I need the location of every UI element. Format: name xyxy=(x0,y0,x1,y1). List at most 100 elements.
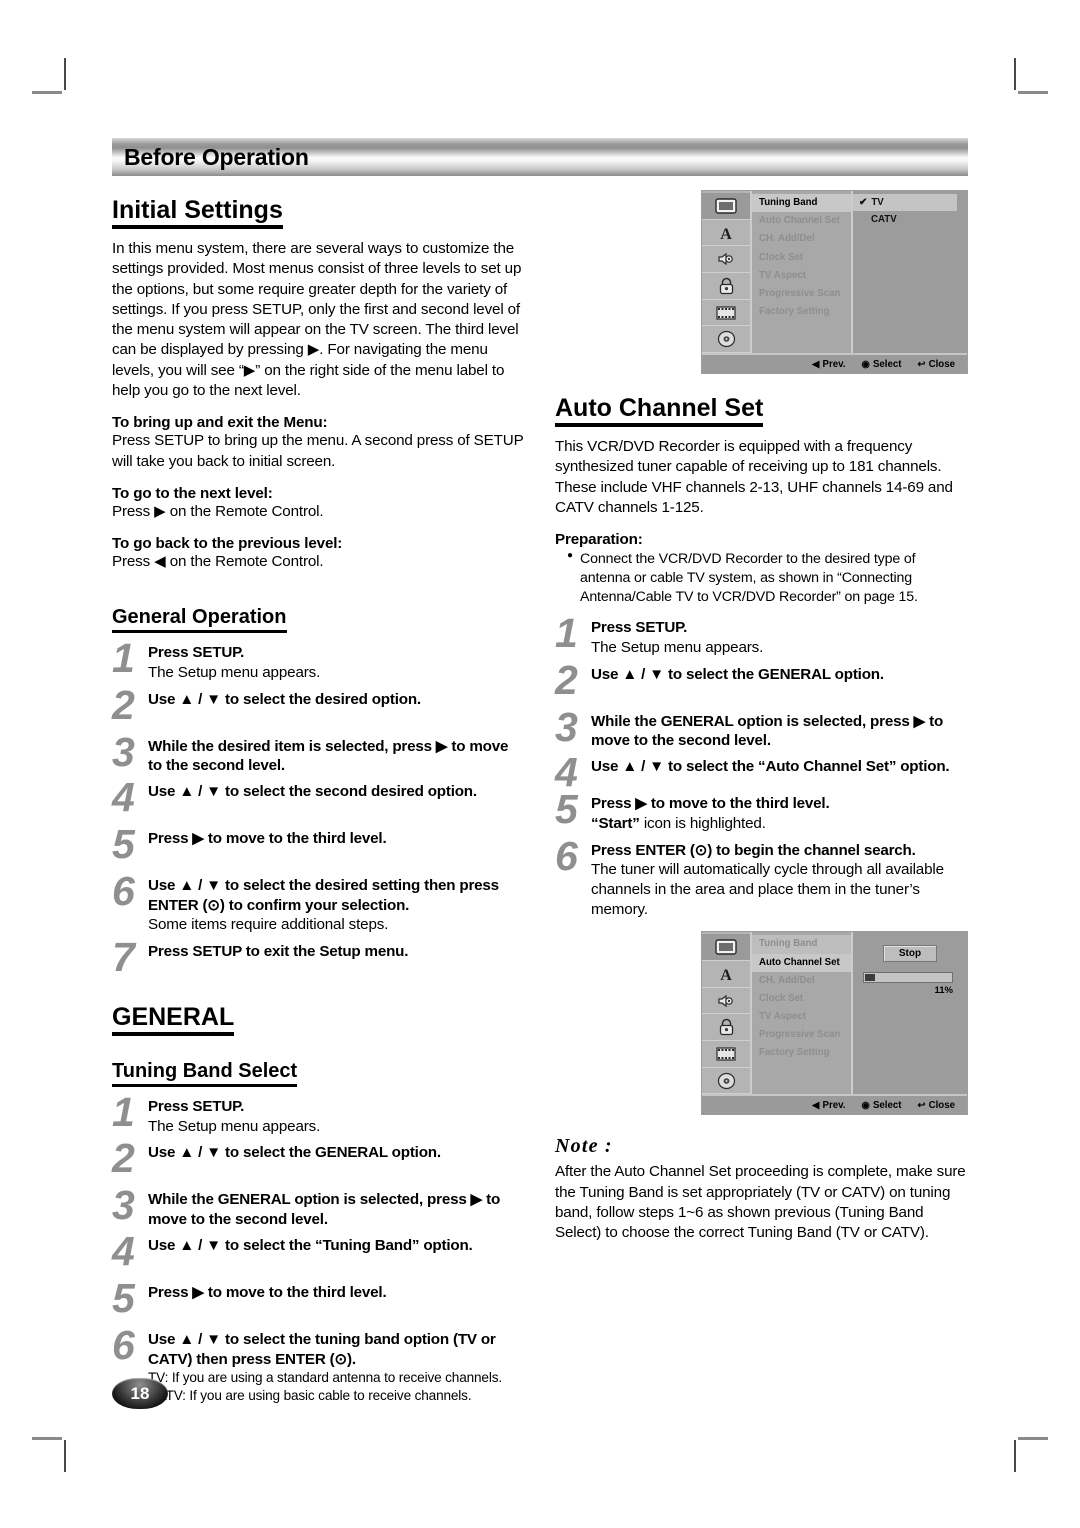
menu-tip-heading-1: To bring up and exit the Menu: xyxy=(112,414,328,432)
step-subtext-start-label: “Start” xyxy=(591,814,640,832)
step-item: 4 Use ▲ / ▼ to select the second desired… xyxy=(112,777,525,822)
osd-status-prev-label: Prev. xyxy=(822,1099,846,1111)
language-a-icon[interactable]: A xyxy=(702,220,750,247)
osd-status-close[interactable]: ↩ Close xyxy=(917,359,955,370)
step-text: Use ▲ / ▼ to select the desired setting … xyxy=(148,877,499,914)
osd-menu-item-tuning-band[interactable]: Tuning Band xyxy=(752,935,851,954)
step-item: 3 While the GENERAL option is selected, … xyxy=(112,1185,525,1229)
osd-menu-item-ch-add-del[interactable]: CH. Add/Del xyxy=(752,230,851,248)
osd-status-prev[interactable]: ◀ Prev. xyxy=(812,359,845,370)
osd-status-close[interactable]: ↩ Close xyxy=(917,1100,955,1111)
osd-option-catv[interactable]: CATV xyxy=(853,211,967,228)
step-item: 2 Use ▲ / ▼ to select the GENERAL option… xyxy=(555,659,968,705)
step-text: Press SETUP. xyxy=(591,619,688,637)
tv-monitor-icon[interactable] xyxy=(702,193,750,220)
two-column-layout: Initial Settings In this menu system, th… xyxy=(112,190,968,1412)
osd-status-select[interactable]: ◉ Select xyxy=(861,1100,901,1111)
tuning-band-steps: 1 Press SETUP. The Setup menu appears. 2… xyxy=(112,1092,525,1405)
crop-mark-top-right-h xyxy=(1018,91,1048,94)
tv-monitor-icon[interactable] xyxy=(702,934,750,962)
preparation-bullet-list: Connect the VCR/DVD Recorder to the desi… xyxy=(555,549,968,606)
step-item: 1 Press SETUP. The Setup menu appears. xyxy=(112,1092,525,1136)
menu-tip-text-3: Press ◀ on the Remote Control. xyxy=(112,553,324,571)
step-number: 5 xyxy=(112,1275,135,1322)
osd-menu-item-auto-channel-set[interactable]: Auto Channel Set xyxy=(752,212,851,230)
disc-icon[interactable] xyxy=(702,1068,750,1095)
step-text: Use ▲ / ▼ to select the tuning band opti… xyxy=(148,1331,496,1368)
svg-text:A: A xyxy=(720,226,732,242)
osd-status-close-label: Close xyxy=(928,358,955,370)
step-text: Press SETUP. xyxy=(148,644,245,662)
auto-channel-intro: This VCR/DVD Recorder is equipped with a… xyxy=(555,438,953,516)
step-item: 2 Use ▲ / ▼ to select the desired option… xyxy=(112,684,525,730)
osd-menu-item-progressive-scan[interactable]: Progressive Scan xyxy=(752,285,851,303)
step-text: Press ▶ to move to the third level. xyxy=(148,1284,387,1302)
progress-bar xyxy=(863,972,953,984)
osd-menu-item-auto-channel-set[interactable]: Auto Channel Set xyxy=(752,953,851,972)
audio-speaker-icon[interactable] xyxy=(702,246,750,274)
film-strip-icon[interactable] xyxy=(702,300,750,327)
note-heading: Note : xyxy=(555,1135,613,1158)
film-strip-icon[interactable] xyxy=(702,1041,750,1068)
step-text: Use ▲ / ▼ to select the “Auto Channel Se… xyxy=(591,758,950,776)
osd-options-panel: ✔ TV CATV xyxy=(851,191,967,353)
step-number: 1 xyxy=(555,610,578,657)
osd-menu-item-tv-aspect[interactable]: TV Aspect xyxy=(752,267,851,285)
step-number: 7 xyxy=(112,934,135,981)
step-number: 3 xyxy=(112,1182,135,1229)
crop-mark-bottom-left-h xyxy=(32,1437,62,1440)
step-text: Use ▲ / ▼ to select the desired option. xyxy=(148,690,421,708)
osd-status-bar: ◀ Prev. ◉ Select ↩ Close xyxy=(702,353,967,373)
step-text: Press ENTER (⊙) to begin the channel sea… xyxy=(591,841,916,859)
osd-status-select-label: Select xyxy=(872,1099,902,1111)
osd-menu-item-factory-setting[interactable]: Factory Setting xyxy=(752,303,851,321)
step-text: Press SETUP. xyxy=(148,1098,245,1116)
note-text: After the Auto Channel Set proceeding is… xyxy=(555,1163,966,1242)
parental-lock-icon[interactable] xyxy=(702,1014,750,1042)
step-number: 5 xyxy=(112,821,135,868)
language-a-icon[interactable]: A xyxy=(702,961,750,988)
step-subtext: The tuner will automatically cycle throu… xyxy=(591,861,944,918)
step-item: 3 While the desired item is selected, pr… xyxy=(112,731,525,776)
step-item: 3 While the GENERAL option is selected, … xyxy=(555,706,968,751)
osd-menu-item-clock-set[interactable]: Clock Set xyxy=(752,249,851,267)
osd-screenshot-auto-channel-set: A Tuning Band Auto Channel Set CH. Add/D… xyxy=(701,931,968,1116)
step-subtext: The Setup menu appears. xyxy=(148,663,321,681)
osd-option-tv[interactable]: ✔ TV xyxy=(853,194,957,211)
osd-progress-panel: Stop 11% xyxy=(851,932,967,1095)
audio-speaker-icon[interactable] xyxy=(702,988,750,1015)
step-text: Press ▶ to move to the third level. xyxy=(148,830,387,848)
right-column: A Tuning Band Auto Channel Set CH. Add/D… xyxy=(555,190,968,1412)
stop-button[interactable]: Stop xyxy=(883,945,937,963)
osd-menu-item-clock-set[interactable]: Clock Set xyxy=(752,990,851,1008)
step-item: 1 Press SETUP. The Setup menu appears. xyxy=(112,638,525,682)
step-text: Use ▲ / ▼ to select the GENERAL option. xyxy=(591,665,884,683)
osd-status-select[interactable]: ◉ Select xyxy=(861,359,901,370)
page-number-badge: 18 xyxy=(112,1378,168,1409)
step-text: While the GENERAL option is selected, pr… xyxy=(591,712,944,749)
intro-paragraph: In this menu system, there are several w… xyxy=(112,240,522,399)
osd-status-close-label: Close xyxy=(928,1099,955,1111)
page-number-label: 18 xyxy=(130,1383,150,1403)
osd-menu-item-factory-setting[interactable]: Factory Setting xyxy=(752,1044,851,1062)
step-subtext: The Setup menu appears. xyxy=(591,638,764,656)
parental-lock-icon[interactable] xyxy=(702,273,750,300)
step-item: 2 Use ▲ / ▼ to select the GENERAL option… xyxy=(112,1138,525,1183)
step-item: 6 Use ▲ / ▼ to select the desired settin… xyxy=(112,871,525,935)
return-icon: ↩ xyxy=(917,1099,926,1111)
step-subtext: Some items require additional steps. xyxy=(148,916,389,934)
osd-menu-item-tv-aspect[interactable]: TV Aspect xyxy=(752,1008,851,1026)
left-arrow-icon: ◀ xyxy=(812,1099,820,1111)
progress-bar-fill xyxy=(865,974,875,982)
osd-status-prev[interactable]: ◀ Prev. xyxy=(812,1100,845,1111)
osd-menu-item-tuning-band[interactable]: Tuning Band xyxy=(752,194,851,213)
crop-mark-bottom-right xyxy=(1014,1440,1016,1472)
page-title-initial-settings: Initial Settings xyxy=(112,196,283,229)
step-text: Press SETUP to exit the Setup menu. xyxy=(148,943,409,961)
osd-menu-item-progressive-scan[interactable]: Progressive Scan xyxy=(752,1026,851,1044)
step-item: 5 Press ▶ to move to the third level. “S… xyxy=(555,789,968,833)
osd-icon-rail: A xyxy=(702,932,750,1095)
step-item: 5 Press ▶ to move to the third level. xyxy=(112,1278,525,1323)
disc-icon[interactable] xyxy=(702,326,750,354)
osd-menu-item-ch-add-del[interactable]: CH. Add/Del xyxy=(752,972,851,990)
